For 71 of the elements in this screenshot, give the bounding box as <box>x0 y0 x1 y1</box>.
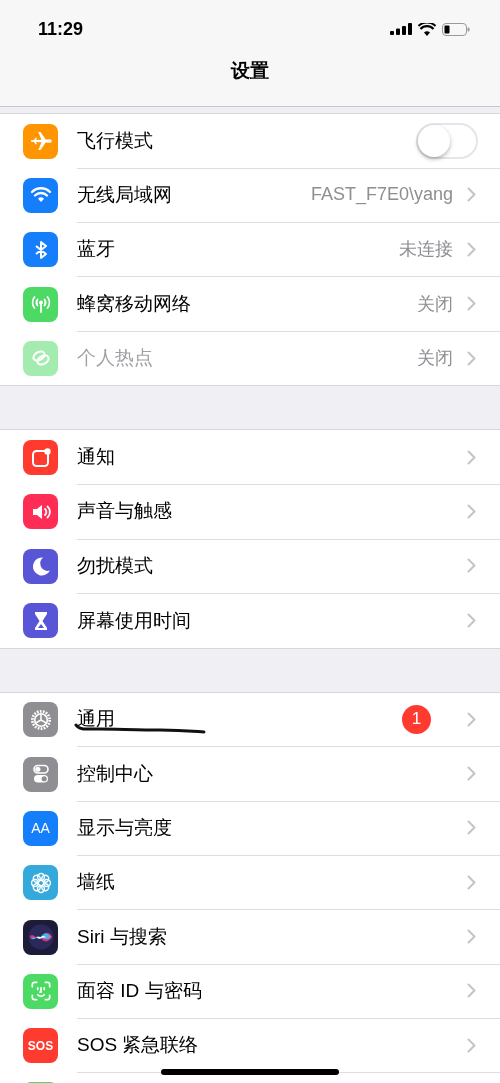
settings-row[interactable]: AA 显示与亮度 <box>0 801 500 856</box>
sos-icon: SOS <box>23 1028 58 1064</box>
chevron-icon <box>467 503 476 519</box>
chevron-icon <box>467 929 476 944</box>
notification-icon <box>23 440 58 476</box>
antenna-icon <box>23 286 58 322</box>
battery-icon <box>442 22 470 36</box>
chevron-icon <box>467 296 476 312</box>
chevron-icon <box>467 241 476 257</box>
row-label: 屏幕使用时间 <box>77 608 191 633</box>
row-label: 个人热点 <box>77 346 153 371</box>
row-label: 蜂窝移动网络 <box>77 291 191 316</box>
row-label: SOS 紧急联络 <box>77 1033 199 1058</box>
row-label: 显示与亮度 <box>77 815 172 840</box>
row-value: 关闭 <box>417 292 453 316</box>
status-time: 11:29 <box>38 18 84 40</box>
signal-icon <box>390 23 412 35</box>
chevron-icon <box>467 820 476 836</box>
chevron-icon <box>467 613 476 628</box>
settings-row[interactable]: Siri 与搜索 <box>0 909 500 965</box>
row-label: 通用 <box>77 707 115 732</box>
row-label: 蓝牙 <box>77 237 115 262</box>
speaker-icon <box>23 494 58 530</box>
chevron-icon <box>467 187 476 203</box>
settings-row[interactable]: 蓝牙 未连接 <box>0 222 500 277</box>
airplane-icon <box>23 123 58 159</box>
chevron-icon <box>467 1037 476 1053</box>
chevron-icon <box>467 874 476 890</box>
row-value: FAST_F7E0\yang <box>310 184 453 206</box>
settings-row[interactable]: 通知 <box>0 430 500 485</box>
settings-row[interactable]: 面容 ID 与密码 <box>0 964 500 1019</box>
notification-badge: 1 <box>402 704 431 734</box>
wifi-icon <box>23 177 58 213</box>
row-value: 关闭 <box>417 347 453 371</box>
flower-icon <box>23 865 58 901</box>
row-label: Siri 与搜索 <box>77 924 167 949</box>
row-label: 控制中心 <box>77 761 153 786</box>
row-label: 墙纸 <box>77 870 115 895</box>
settings-row[interactable]: 墙纸 <box>0 855 500 910</box>
row-label: 飞行模式 <box>77 128 153 153</box>
settings-row[interactable]: 无线局域网 FAST_F7E0\yang <box>0 168 500 223</box>
chevron-icon <box>467 711 476 727</box>
row-value: 未连接 <box>399 238 453 262</box>
chevron-icon <box>467 983 476 999</box>
settings-row[interactable]: 蜂窝移动网络 关闭 <box>0 276 500 332</box>
moon-icon <box>23 548 58 584</box>
row-label: 勿扰模式 <box>77 553 153 578</box>
bluetooth-icon <box>23 232 58 268</box>
chevron-icon <box>467 766 476 782</box>
page-title: 设置 <box>229 59 270 83</box>
wifi-status-icon <box>418 22 436 36</box>
face-icon <box>23 973 58 1009</box>
row-label: 面容 ID 与密码 <box>77 978 202 1003</box>
chevron-icon <box>467 350 476 366</box>
row-label: 声音与触感 <box>77 499 172 524</box>
chevron-icon <box>467 449 476 465</box>
toggle-switch[interactable] <box>416 122 478 159</box>
gear-icon <box>23 702 58 738</box>
row-label: 无线局域网 <box>77 182 172 207</box>
settings-row[interactable]: 勿扰模式 <box>0 539 500 594</box>
settings-row[interactable]: 飞行模式 <box>0 114 500 169</box>
row-label: 通知 <box>77 445 115 470</box>
chevron-icon <box>467 558 476 574</box>
settings-row[interactable]: 声音与触感 <box>0 484 500 540</box>
hourglass-icon <box>23 603 58 638</box>
siri-icon <box>23 919 58 955</box>
switches-icon <box>23 756 58 792</box>
text-size-icon: AA <box>23 810 58 846</box>
settings-row[interactable]: 通用 1 <box>0 692 500 747</box>
settings-row[interactable]: 控制中心 <box>0 746 500 802</box>
settings-row[interactable]: 屏幕使用时间 <box>0 593 500 648</box>
